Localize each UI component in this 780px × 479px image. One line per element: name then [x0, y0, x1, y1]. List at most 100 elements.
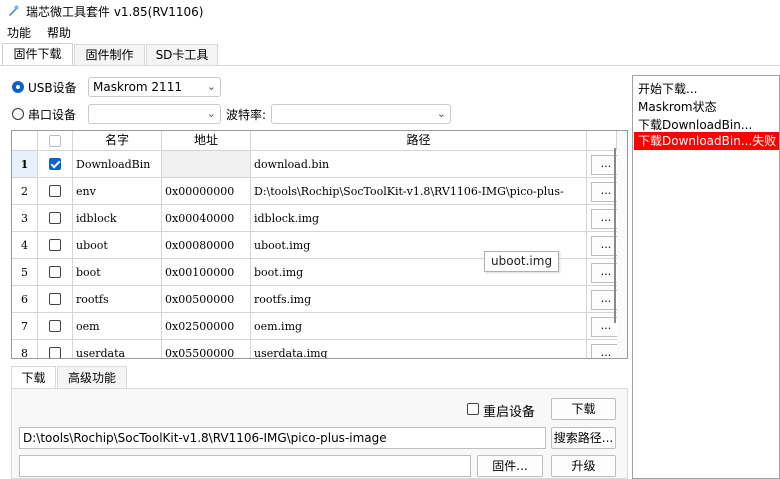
row-checkbox[interactable] — [49, 185, 61, 197]
header-row-number — [12, 131, 38, 151]
header-path: 路径 — [251, 131, 587, 151]
serial-device-radio[interactable] — [12, 108, 24, 120]
partition-name: userdata — [73, 340, 162, 358]
partition-address: 0x00000000 — [162, 178, 251, 205]
tab-sd-card-tool[interactable]: SD卡工具 — [146, 44, 218, 66]
table-row[interactable]: 1 DownloadBin download.bin... — [12, 151, 627, 178]
row-checkbox[interactable] — [49, 239, 61, 251]
row-checkbox[interactable] — [49, 293, 61, 305]
partition-address: 0x00040000 — [162, 205, 251, 232]
row-checkbox-cell — [38, 205, 73, 232]
partition-name: DownloadBin — [73, 151, 162, 178]
log-line: 开始下载... — [638, 82, 698, 96]
chevron-down-icon: ⌄ — [206, 80, 216, 93]
window-title: 瑞芯微工具套件 v1.85(RV1106) — [26, 5, 204, 19]
log-line-error: 下载DownloadBin...失败 — [634, 132, 779, 150]
log-line: Maskrom状态 — [638, 100, 717, 114]
firmware-button[interactable]: 固件... — [477, 455, 543, 477]
reboot-device-checkbox[interactable] — [467, 403, 479, 415]
row-number: 5 — [12, 259, 38, 286]
table-row[interactable]: 6 rootfs 0x00500000 rootfs.img... — [12, 286, 627, 313]
reboot-device-label: 重启设备 — [483, 405, 536, 420]
header-select-all[interactable] — [38, 131, 73, 151]
select-all-checkbox[interactable] — [49, 135, 61, 147]
chevron-down-icon: ⌄ — [436, 107, 446, 120]
partition-address — [162, 151, 251, 178]
partition-address: 0x05500000 — [162, 340, 251, 358]
download-button[interactable]: 下载 — [551, 398, 616, 420]
browse-cell: ... — [587, 178, 617, 205]
app-icon — [9, 5, 19, 16]
partition-name: boot — [73, 259, 162, 286]
row-number: 3 — [12, 205, 38, 232]
partition-name: env — [73, 178, 162, 205]
partition-name: rootfs — [73, 286, 162, 313]
browse-cell: ... — [587, 232, 617, 259]
partition-table: 名字 地址 路径 1 DownloadBin download.bin... 2 env… — [11, 130, 628, 359]
partition-name: idblock — [73, 205, 162, 232]
scrollbar-thumb[interactable] — [614, 148, 616, 323]
browse-cell: ... — [587, 151, 617, 178]
menu-item-help[interactable]: 帮助 — [47, 24, 71, 41]
usb-device-select[interactable]: Maskrom 2111 ⌄ — [88, 77, 221, 97]
partition-path: download.bin — [251, 151, 587, 178]
row-number: 8 — [12, 340, 38, 358]
baud-rate-label: 波特率: — [226, 108, 267, 122]
scrollbar-track[interactable] — [617, 131, 627, 358]
partition-path: idblock.img — [251, 205, 587, 232]
baud-rate-select[interactable]: ⌄ — [271, 104, 451, 124]
row-checkbox[interactable] — [49, 266, 61, 278]
table-row[interactable]: 8 userdata 0x05500000 userdata.img... — [12, 340, 627, 358]
row-checkbox-cell — [38, 232, 73, 259]
chevron-down-icon: ⌄ — [206, 107, 216, 120]
browse-file-button[interactable]: ... — [591, 344, 617, 358]
firmware-path-input[interactable]: D:\tools\Rochip\SocToolKit-v1.8\RV1106-I… — [19, 427, 546, 449]
usb-device-value: Maskrom 2111 — [93, 80, 182, 94]
upgrade-button[interactable]: 升级 — [551, 455, 616, 477]
menu-item-function[interactable]: 功能 — [7, 24, 31, 41]
partition-path: D:\tools\Rochip\SocToolKit-v1.8\RV1106-I… — [251, 178, 587, 205]
browse-cell: ... — [587, 259, 617, 286]
browse-cell: ... — [587, 286, 617, 313]
partition-path: userdata.img — [251, 340, 587, 358]
partition-name: uboot — [73, 232, 162, 259]
row-checkbox-cell — [38, 151, 73, 178]
table-row[interactable]: 7 oem 0x02500000 oem.img... — [12, 313, 627, 340]
browse-cell: ... — [587, 313, 617, 340]
row-checkbox[interactable] — [49, 158, 61, 170]
row-checkbox[interactable] — [49, 212, 61, 224]
row-checkbox-cell — [38, 259, 73, 286]
serial-device-select[interactable]: ⌄ — [88, 104, 221, 124]
row-checkbox-cell — [38, 313, 73, 340]
partition-path: rootfs.img — [251, 286, 587, 313]
row-checkbox[interactable] — [49, 320, 61, 332]
row-checkbox[interactable] — [49, 347, 61, 358]
row-number: 7 — [12, 313, 38, 340]
tab-download[interactable]: 下载 — [11, 366, 56, 388]
partition-address: 0x00500000 — [162, 286, 251, 313]
partition-address: 0x02500000 — [162, 313, 251, 340]
serial-device-label: 串口设备 — [28, 108, 77, 122]
table-row[interactable]: 3 idblock 0x00040000 idblock.img... — [12, 205, 627, 232]
tab-firmware-download[interactable]: 固件下载 — [2, 43, 73, 66]
log-line: 下载DownloadBin... — [638, 118, 753, 132]
header-name: 名字 — [73, 131, 162, 151]
row-checkbox-cell — [38, 340, 73, 358]
path-tooltip: uboot.img — [484, 251, 560, 272]
tab-firmware-build[interactable]: 固件制作 — [74, 44, 145, 66]
browse-path-button[interactable]: 搜索路径... — [551, 427, 616, 449]
usb-device-label: USB设备 — [28, 81, 77, 95]
header-address: 地址 — [162, 131, 251, 151]
tab-divider — [0, 65, 780, 66]
table-row[interactable]: 2 env 0x00000000 D:\tools\Rochip\SocToolKit… — [12, 178, 627, 205]
partition-name: oem — [73, 313, 162, 340]
partition-path: oem.img — [251, 313, 587, 340]
row-number: 1 — [12, 151, 38, 178]
browse-cell: ... — [587, 340, 617, 358]
row-number: 4 — [12, 232, 38, 259]
firmware-file-input[interactable] — [19, 455, 471, 477]
partition-address: 0x00100000 — [162, 259, 251, 286]
row-checkbox-cell — [38, 178, 73, 205]
tab-advanced[interactable]: 高级功能 — [57, 366, 127, 388]
usb-device-radio[interactable] — [12, 81, 24, 93]
